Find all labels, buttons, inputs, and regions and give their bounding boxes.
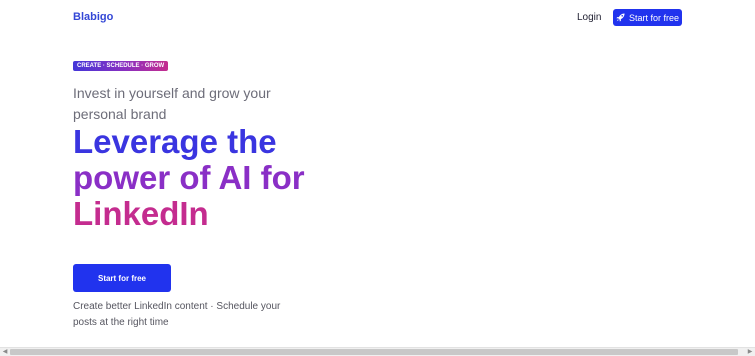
- headline-line-3: LinkedIn: [73, 195, 209, 232]
- hero-headline: Leverage the power of AI for LinkedIn: [73, 124, 373, 232]
- tagline-badge: CREATE · SCHEDULE · GROW: [73, 61, 169, 71]
- rocket-icon: [616, 13, 625, 22]
- hero-start-for-free-button[interactable]: Start for free: [73, 264, 171, 292]
- nav-cta-label: Start for free: [628, 12, 680, 23]
- headline-line-1: Leverage the: [73, 123, 277, 160]
- login-link[interactable]: Login: [577, 12, 601, 23]
- hero-description: Create better LinkedIn content · Schedul…: [73, 301, 281, 328]
- scroll-left-arrow-icon[interactable]: ◀: [1, 349, 9, 356]
- landing-page: Blabigo Login Start for free CREATE · SC…: [0, 0, 755, 356]
- headline-line-2: power of AI for: [73, 159, 305, 196]
- horizontal-scrollbar[interactable]: ◀ ▶: [0, 347, 755, 356]
- scroll-right-arrow-icon[interactable]: ▶: [746, 349, 754, 356]
- logo[interactable]: Blabigo: [73, 11, 113, 23]
- scrollbar-thumb[interactable]: [10, 349, 738, 355]
- hero-subtitle: Invest in yourself and grow your persona…: [73, 85, 271, 122]
- nav-start-for-free-button[interactable]: Start for free: [613, 9, 682, 26]
